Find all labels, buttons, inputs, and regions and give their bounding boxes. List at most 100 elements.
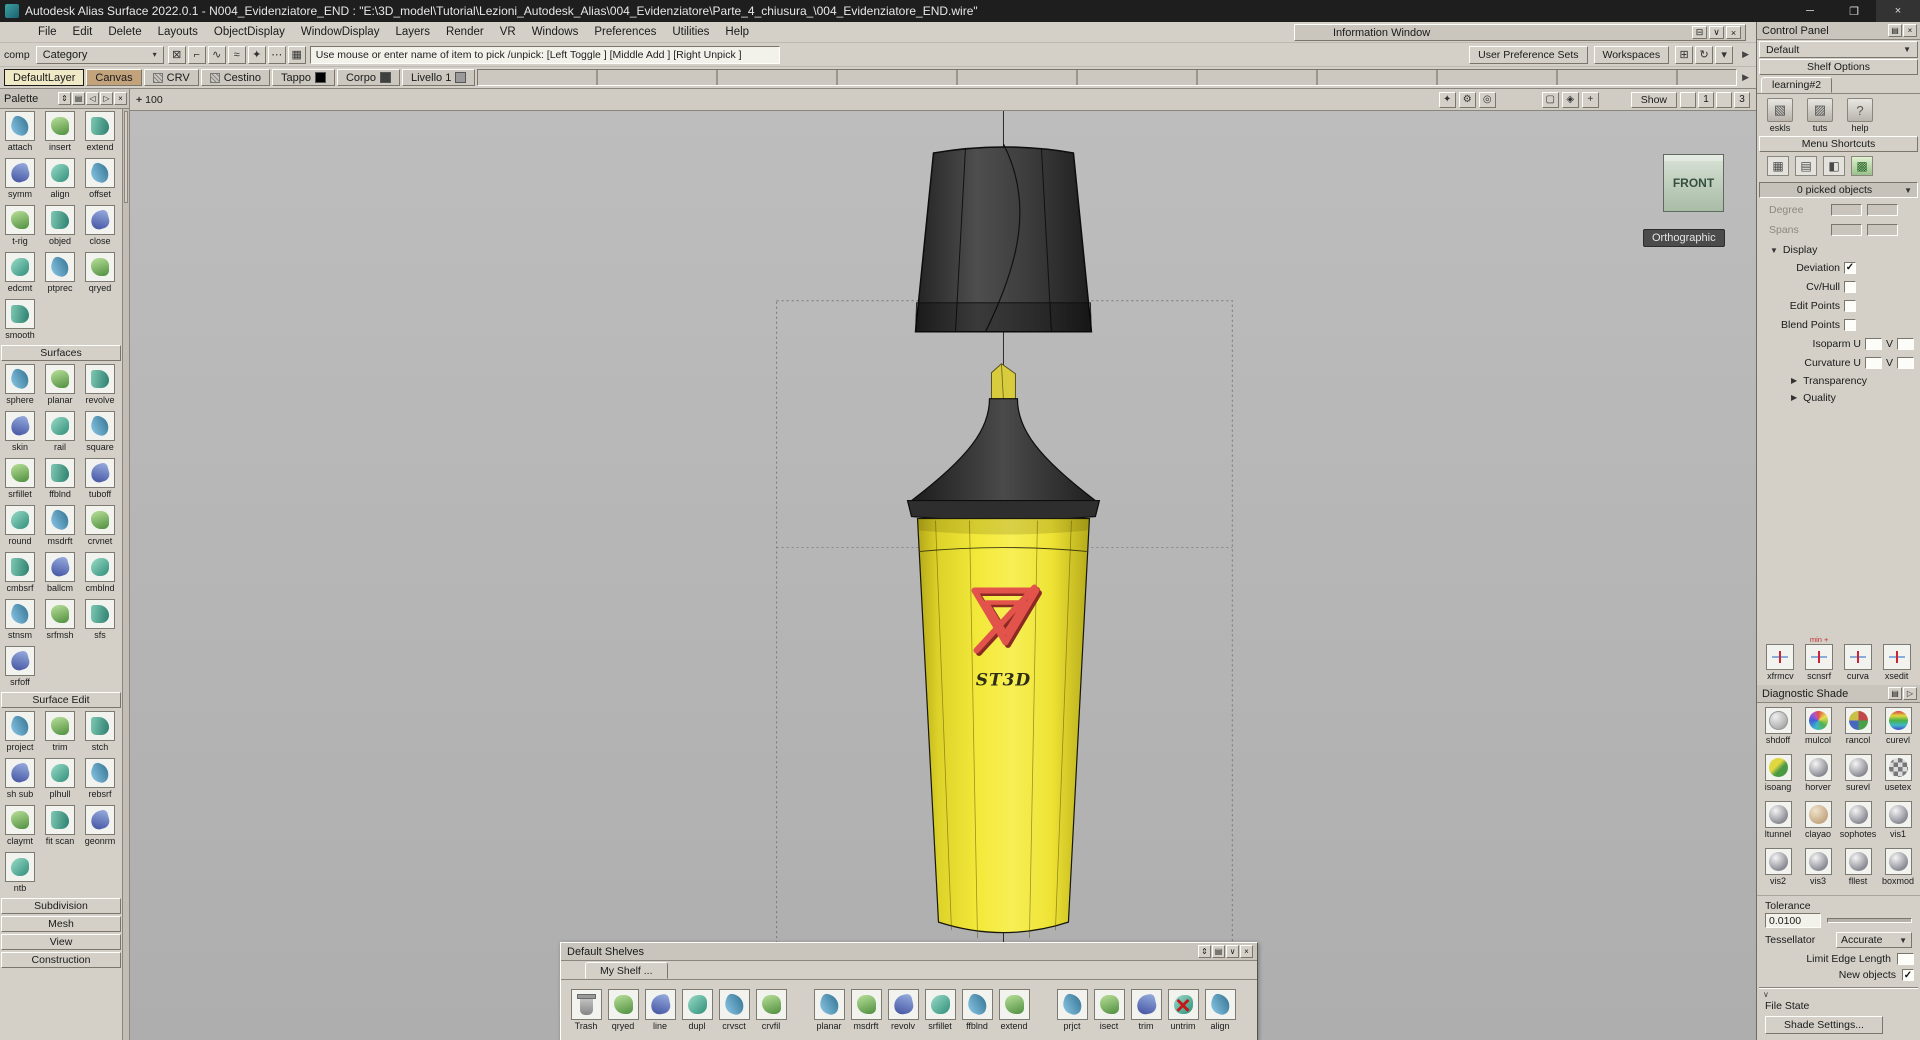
toolbar-scroll-arrow[interactable]: ▶ — [1739, 49, 1752, 60]
display-option-checkbox[interactable] — [1844, 261, 1856, 274]
diagnostic-shade-tool[interactable]: isoang — [1758, 752, 1798, 799]
toolbar-icon[interactable]: ≈ — [227, 45, 246, 64]
diagnostic-shade-tool[interactable]: fllest — [1838, 846, 1878, 893]
shelves-window-control-icon[interactable]: ▤ — [1212, 945, 1225, 958]
palette-section-header[interactable]: Surface Edit — [1, 692, 121, 708]
menu-item[interactable]: WindowDisplay — [293, 24, 388, 40]
diagnostic-shade-tool[interactable]: ltunnel — [1758, 799, 1798, 846]
spans-field-1[interactable] — [1831, 223, 1862, 236]
v-field[interactable] — [1897, 337, 1914, 350]
palette-tool[interactable]: cmblnd — [80, 550, 120, 597]
category-dropdown[interactable]: Category ▾ — [35, 45, 164, 64]
palette-tool[interactable]: skin — [0, 409, 40, 456]
palette-tool[interactable]: planar — [40, 362, 80, 409]
palette-tool[interactable]: round — [0, 503, 40, 550]
layer-item[interactable]: Cestino — [200, 69, 270, 86]
diagnostic-shade-tool[interactable]: horver — [1798, 752, 1838, 799]
toolbar-right-icon[interactable]: ↻ — [1695, 45, 1714, 64]
viewport-display-mode-icon[interactable]: ◈ — [1561, 91, 1579, 108]
palette-tool[interactable]: revolve — [80, 362, 120, 409]
palette-header-icon[interactable]: ▤ — [72, 92, 85, 105]
palette-tool[interactable]: plhull — [40, 756, 80, 803]
menu-item[interactable]: Layouts — [150, 24, 206, 40]
palette-tool[interactable]: sfs — [80, 597, 120, 644]
shade-settings-button[interactable]: Shade Settings... — [1765, 1016, 1883, 1034]
diagnostic-shade-tool[interactable]: boxmod — [1878, 846, 1918, 893]
toolbar-right-icon[interactable]: ⊞ — [1675, 45, 1694, 64]
palette-tool[interactable]: project — [0, 709, 40, 756]
toolbar-icon[interactable]: ∿ — [207, 45, 226, 64]
menu-item[interactable]: Utilities — [664, 24, 717, 40]
palette-tool[interactable]: edcmt — [0, 250, 40, 297]
palette-section-header[interactable]: Mesh — [1, 916, 121, 932]
diagnostic-shade-tool[interactable]: vis2 — [1758, 846, 1798, 893]
palette-tool[interactable]: fit scan — [40, 803, 80, 850]
menu-item[interactable]: Render — [438, 24, 492, 40]
palette-tool[interactable]: smooth — [0, 297, 40, 344]
palette-tool[interactable]: srfillet — [0, 456, 40, 503]
control-panel-header-icon[interactable]: × — [1903, 24, 1917, 37]
viewport-camera-icon[interactable]: ⚙ — [1458, 91, 1476, 108]
palette-tool[interactable]: offset — [80, 156, 120, 203]
shelf-tool[interactable]: msdrft — [849, 989, 883, 1031]
preset-dropdown[interactable]: Default ▼ — [1759, 41, 1918, 58]
control-panel-header-icon[interactable]: ▤ — [1888, 24, 1902, 37]
palette-tool[interactable]: srfoff — [0, 644, 40, 691]
edit-tool[interactable]: curva — [1843, 635, 1872, 681]
palette-tool[interactable]: ffblnd — [40, 456, 80, 503]
shelf-tool[interactable]: dupl — [680, 989, 714, 1031]
shelf-tab-learning[interactable]: learning#2 — [1761, 77, 1833, 93]
new-objects-checkbox[interactable] — [1902, 969, 1914, 981]
degree-field-1[interactable] — [1831, 203, 1862, 216]
degree-field-2[interactable] — [1867, 203, 1898, 216]
shelf-tool[interactable]: crvsct — [717, 989, 751, 1031]
layer-item[interactable]: Corpo — [336, 69, 400, 86]
palette-section-header[interactable]: Subdivision — [1, 898, 121, 914]
menu-item[interactable]: Delete — [100, 24, 149, 40]
viewport-window-box[interactable] — [1716, 91, 1732, 108]
user-preference-sets-button[interactable]: User Preference Sets — [1469, 45, 1588, 64]
layer-item[interactable]: CRV — [143, 69, 199, 86]
diagnostic-shade-tool[interactable]: clayao — [1798, 799, 1838, 846]
palette-tool[interactable]: extend — [80, 109, 120, 156]
toolbar-icon[interactable]: ✦ — [247, 45, 266, 64]
shelves-window-control-icon[interactable]: ⇕ — [1198, 945, 1211, 958]
palette-tool[interactable]: msdrft — [40, 503, 80, 550]
menu-shortcut-icon[interactable]: ▤ — [1795, 156, 1817, 176]
collapsed-section-header[interactable]: ▶ Transparency — [1757, 372, 1920, 389]
palette-tool[interactable]: objed — [40, 203, 80, 250]
show-button[interactable]: Show — [1630, 91, 1677, 108]
viewport-camera-icon[interactable]: ◎ — [1478, 91, 1496, 108]
palette-tool[interactable]: insert — [40, 109, 80, 156]
viewport-display-mode-icon[interactable]: ▢ — [1541, 91, 1559, 108]
palette-tool[interactable]: stnsm — [0, 597, 40, 644]
viewport-window-box[interactable]: 1 — [1698, 91, 1714, 108]
palette-tool[interactable]: ptprec — [40, 250, 80, 297]
menu-item[interactable]: Edit — [65, 24, 101, 40]
palette-tool[interactable]: square — [80, 409, 120, 456]
diagnostic-shade-tool[interactable]: shdoff — [1758, 705, 1798, 752]
shelves-window-control-icon[interactable]: ∨ — [1226, 945, 1239, 958]
display-section-header[interactable]: ▼ Display — [1757, 242, 1920, 258]
palette-tool[interactable]: tuboff — [80, 456, 120, 503]
palette-tool[interactable]: trim — [40, 709, 80, 756]
palette-section-header[interactable]: Construction — [1, 952, 121, 968]
diagnostic-shade-header-icon[interactable]: ▷ — [1903, 687, 1917, 700]
layer-bar-scroll-arrow[interactable]: ▶ — [1739, 72, 1752, 83]
diagnostic-shade-tool[interactable]: sophotes — [1838, 799, 1878, 846]
minimize-button[interactable]: ─ — [1788, 0, 1832, 22]
palette-section-header[interactable]: Surfaces — [1, 345, 121, 361]
palette-tool[interactable]: crvnet — [80, 503, 120, 550]
tolerance-input[interactable]: 0.0100 — [1765, 913, 1821, 928]
diagnostic-shade-tool[interactable]: usetex — [1878, 752, 1918, 799]
control-panel-titlebar[interactable]: Control Panel ▤ × — [1757, 22, 1920, 40]
palette-header-icon[interactable]: × — [114, 92, 127, 105]
layer-item[interactable]: Tappo — [272, 69, 335, 86]
palette-tool[interactable]: t-rig — [0, 203, 40, 250]
shelves-titlebar[interactable]: Default Shelves ⇕ ▤ ∨ × — [561, 943, 1257, 961]
layer-item[interactable]: Canvas — [86, 69, 142, 86]
picked-objects-bar[interactable]: 0 picked objects ▼ — [1759, 182, 1918, 198]
diagnostic-shade-titlebar[interactable]: Diagnostic Shade ▤ ▷ — [1757, 685, 1920, 703]
information-window-control-icon[interactable]: × — [1726, 26, 1741, 39]
palette-header-icon[interactable]: ◁ — [86, 92, 99, 105]
